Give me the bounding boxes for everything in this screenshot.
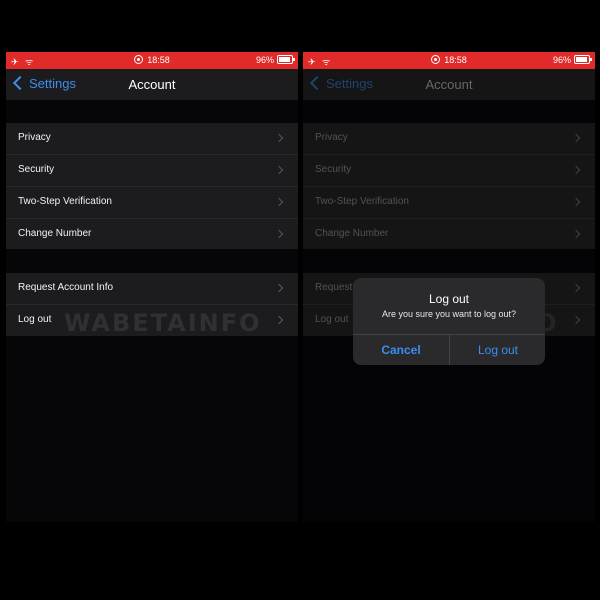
chevron-right-icon (274, 229, 284, 239)
row-label: Privacy (18, 132, 51, 143)
chevron-right-icon (274, 165, 284, 175)
page-title: Account (128, 77, 176, 92)
account-screen-with-alert: ✈ ᯤ 18:58 96% Settings Account Privacy S… (303, 52, 595, 522)
row-label: Security (18, 164, 55, 175)
cancel-button[interactable]: Cancel (353, 335, 449, 365)
chevron-right-icon (274, 133, 284, 143)
row-label: Two-Step Verification (18, 196, 112, 207)
row-label: Log out (18, 314, 52, 325)
settings-group-security: Privacy Security Two-Step Verification C… (6, 123, 298, 249)
battery-icon (277, 55, 295, 64)
status-time: 18:58 (303, 55, 595, 65)
status-time: 18:58 (6, 55, 298, 65)
confirm-logout-button[interactable]: Log out (450, 335, 545, 365)
screen-record-icon (134, 55, 144, 64)
status-bar: ✈ ᯤ 18:58 96% (303, 52, 595, 69)
status-bar: ✈ ᯤ 18:58 96% (6, 52, 298, 69)
alert-title: Log out (428, 292, 470, 306)
screen-record-icon (431, 55, 441, 64)
alert-message: Are you sure you want to log out? (381, 309, 517, 319)
battery-status: 96% (552, 55, 592, 65)
row-label: Change Number (18, 228, 92, 239)
logout-alert-dialog: Log out Are you sure you want to log out… (353, 278, 545, 365)
battery-icon (574, 55, 592, 64)
time-text: 18:58 (147, 55, 170, 65)
account-screen: ✈ ᯤ 18:58 96% Settings Account Privacy S… (6, 52, 298, 522)
row-change-number[interactable]: Change Number (6, 219, 298, 250)
chevron-right-icon (274, 197, 284, 207)
navigation-bar: Settings Account (6, 69, 298, 100)
row-security[interactable]: Security (6, 155, 298, 187)
row-two-step-verification[interactable]: Two-Step Verification (6, 187, 298, 219)
watermark: WABETAINFO (64, 309, 262, 337)
battery-status: 96% (255, 55, 295, 65)
row-label: Request Account Info (18, 282, 114, 293)
battery-percent: 96% (552, 55, 571, 65)
chevron-right-icon (274, 283, 284, 293)
time-text: 18:58 (444, 55, 467, 65)
chevron-right-icon (274, 315, 284, 325)
row-privacy[interactable]: Privacy (6, 123, 298, 155)
battery-percent: 96% (255, 55, 274, 65)
row-request-account-info[interactable]: Request Account Info (6, 273, 298, 305)
